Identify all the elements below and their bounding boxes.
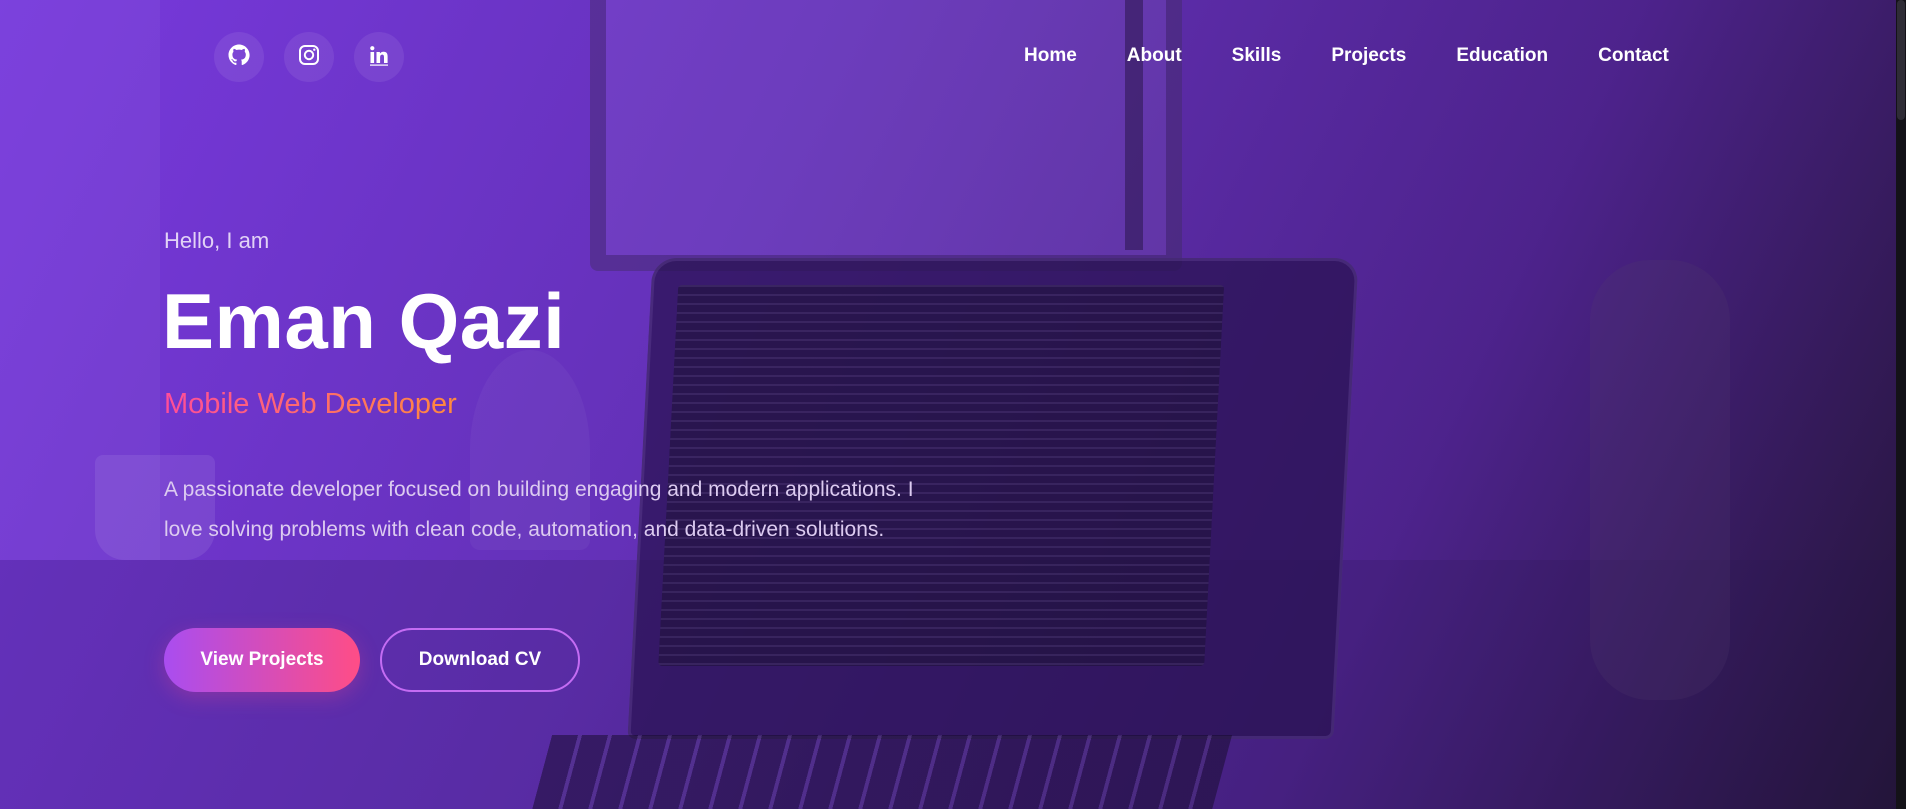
- nav-home[interactable]: Home: [1024, 45, 1077, 67]
- instagram-icon: [297, 43, 321, 72]
- nav-about[interactable]: About: [1127, 45, 1182, 67]
- github-link[interactable]: [214, 32, 264, 82]
- scrollbar-thumb[interactable]: [1897, 0, 1905, 120]
- nav-education[interactable]: Education: [1456, 45, 1548, 67]
- download-cv-button[interactable]: Download CV: [380, 628, 580, 692]
- background-speaker: [1590, 260, 1730, 700]
- background-monitor: [590, 0, 1182, 271]
- social-links: [214, 32, 404, 82]
- background-monitor-stand: [1125, 0, 1143, 250]
- hero-greeting: Hello, I am: [164, 228, 270, 253]
- main-nav: Home About Skills Projects Education Con…: [1024, 45, 1669, 67]
- hero-section: Home About Skills Projects Education Con…: [0, 0, 1906, 809]
- page-scrollbar[interactable]: [1896, 0, 1906, 809]
- linkedin-link[interactable]: [354, 32, 404, 82]
- instagram-link[interactable]: [284, 32, 334, 82]
- linkedin-icon: [367, 43, 391, 72]
- nav-skills[interactable]: Skills: [1232, 45, 1282, 67]
- hero-role: Mobile Web Developer: [164, 388, 457, 420]
- view-projects-button[interactable]: View Projects: [164, 628, 360, 692]
- nav-contact[interactable]: Contact: [1598, 45, 1669, 67]
- hero-description: A passionate developer focused on buildi…: [164, 478, 914, 541]
- laptop-keyboard: [527, 735, 1233, 809]
- hero-name: Eman Qazi: [162, 277, 566, 365]
- github-icon: [227, 43, 251, 72]
- nav-projects[interactable]: Projects: [1331, 45, 1406, 67]
